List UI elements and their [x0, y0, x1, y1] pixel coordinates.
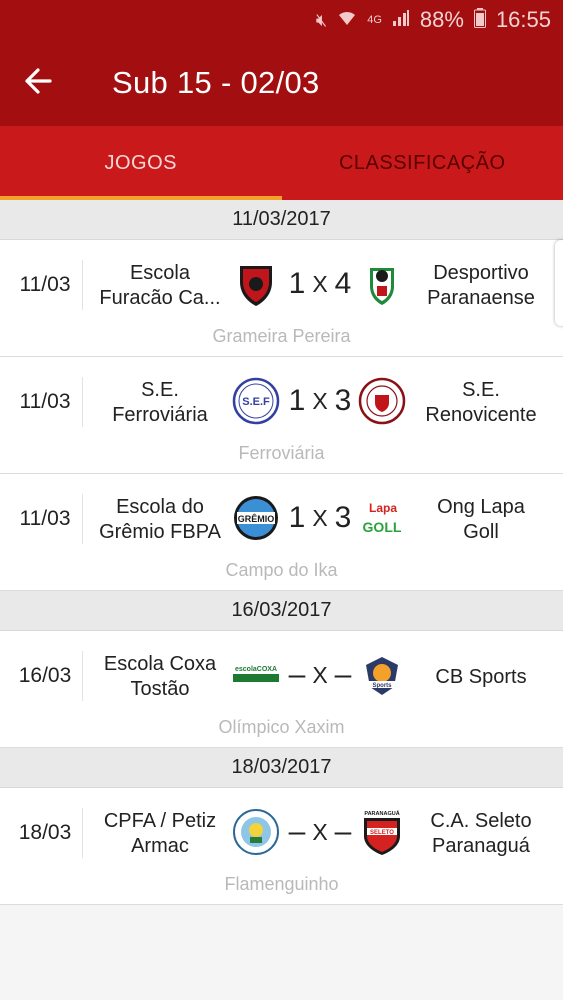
- match-venue: Olímpico Xaxim: [218, 717, 345, 737]
- tab-classificacao-label: CLASSIFICAÇÃO: [338, 151, 506, 174]
- score-separator: X: [312, 270, 328, 297]
- cpfa-petiz-crest-icon: [232, 808, 280, 856]
- match-venue: Grameira Pereira: [212, 326, 351, 346]
- divider: [82, 377, 83, 427]
- away-score: 4: [334, 267, 352, 300]
- tab-bar: JOGOS CLASSIFICAÇÃO: [0, 126, 563, 200]
- edge-panel-handle[interactable]: [555, 240, 563, 326]
- app-bar: Sub 15 - 02/03: [0, 40, 563, 126]
- match-venue: Campo do Ika: [225, 560, 338, 580]
- ong-lapa-goll-crest-icon: Lapa GOLL: [358, 494, 406, 542]
- score-separator: X: [312, 818, 328, 845]
- page-title: Sub 15 - 02/03: [112, 65, 320, 100]
- home-team-name: CPFA / Petiz Armac: [103, 810, 217, 857]
- gremio-crest-text: GRÊMIO: [238, 513, 275, 524]
- home-score: 1: [288, 384, 306, 417]
- battery-percent: 88%: [419, 7, 464, 32]
- signal-icon: [392, 9, 410, 32]
- home-score: 1: [288, 267, 306, 300]
- network-4g-icon: 4G: [367, 14, 382, 26]
- home-team-name: Escola Coxa Tostão: [103, 653, 217, 700]
- match-row[interactable]: 11/03 Escola do Grêmio FBPA GRÊMIO 1 X 3 …: [0, 474, 563, 591]
- divider: [82, 808, 83, 858]
- battery-icon: [473, 7, 486, 33]
- date-header: 11/03/2017: [0, 200, 563, 240]
- home-team-name: S.E. Ferroviária: [112, 379, 208, 426]
- scoreboard: – X –: [282, 810, 358, 854]
- seleto-crest-icon: PARANAGUÁ SELETO: [358, 808, 406, 856]
- home-team-name: Escola Furacão Ca...: [99, 262, 221, 309]
- match-date: 11/03: [19, 507, 71, 530]
- match-row[interactable]: 11/03 Escola Furacão Ca... 1 X 4 Desporti…: [0, 240, 563, 357]
- home-score: –: [288, 658, 306, 691]
- goll-crest-text: GOLL: [363, 519, 402, 535]
- tab-classificacao[interactable]: CLASSIFICAÇÃO: [282, 126, 563, 200]
- cb-sports-crest-icon: Sports: [358, 651, 406, 699]
- match-venue: Ferroviária: [238, 443, 325, 463]
- divider: [82, 651, 83, 701]
- scoreboard: 1 X 3: [282, 379, 358, 423]
- lapa-crest-text: Lapa: [369, 501, 397, 515]
- furacao-crest-icon: [232, 260, 280, 308]
- match-date: 11/03: [19, 273, 71, 296]
- desportivo-crest-icon: [358, 260, 406, 308]
- away-score: –: [334, 815, 352, 848]
- mute-icon: 🔇︎: [315, 9, 328, 30]
- score-separator: X: [312, 661, 328, 688]
- match-row[interactable]: 11/03 S.E. Ferroviária S.E.F 1 X 3 S.E. Re…: [0, 357, 563, 474]
- away-score: 3: [334, 384, 352, 417]
- match-date: 18/03: [18, 821, 72, 844]
- scoreboard: 1 X 3: [282, 496, 358, 540]
- match-row[interactable]: 16/03 Escola Coxa Tostão escolaCOXA – X –…: [0, 631, 563, 748]
- paranagua-crest-text: PARANAGUÁ: [364, 810, 399, 817]
- match-row[interactable]: 18/03 CPFA / Petiz Armac – X – PARANAGUÁ S…: [0, 788, 563, 905]
- status-bar: 🔇︎ 4G 88% 16:55: [0, 0, 563, 40]
- clock: 16:55: [495, 7, 551, 32]
- home-score: 1: [288, 501, 306, 534]
- matches-list[interactable]: 11/03/2017 11/03 Escola Furacão Ca... 1 X…: [0, 200, 563, 905]
- tab-jogos[interactable]: JOGOS: [0, 126, 282, 200]
- away-team-name: Ong Lapa Goll: [437, 496, 525, 543]
- sports-crest-text: Sports: [372, 683, 392, 689]
- scoreboard: 1 X 4: [282, 262, 358, 306]
- divider: [82, 260, 83, 310]
- away-score: –: [334, 658, 352, 691]
- match-venue: Flamenguinho: [224, 874, 339, 894]
- renovicente-crest-icon: [358, 377, 406, 425]
- tab-jogos-label: JOGOS: [104, 151, 177, 174]
- sef-crest-text: S.E.F: [242, 396, 270, 408]
- sef-crest-icon: S.E.F: [232, 377, 280, 425]
- away-team-name: S.E. Renovicente: [425, 379, 537, 426]
- score-separator: X: [312, 387, 328, 414]
- date-header: 16/03/2017: [0, 591, 563, 631]
- wifi-icon: [337, 9, 357, 32]
- gremio-crest-icon: GRÊMIO: [232, 494, 280, 542]
- away-team-name: CB Sports: [435, 665, 527, 688]
- scoreboard: – X –: [282, 653, 358, 697]
- match-date: 11/03: [19, 390, 71, 413]
- date-header: 18/03/2017: [0, 748, 563, 788]
- away-team-name: C.A. Seleto Paranaguá: [430, 810, 532, 857]
- back-arrow-icon[interactable]: [0, 66, 75, 100]
- divider: [82, 494, 83, 544]
- away-score: 3: [334, 501, 352, 534]
- escola-coxa-crest-icon: escolaCOXA: [232, 651, 280, 699]
- match-date: 16/03: [18, 664, 72, 687]
- home-team-name: Escola do Grêmio FBPA: [99, 496, 221, 543]
- coxa-crest-text: escolaCOXA: [235, 666, 277, 673]
- score-separator: X: [312, 504, 328, 531]
- home-score: –: [288, 815, 306, 848]
- away-team-name: Desportivo Paranaense: [427, 262, 535, 309]
- seleto-crest-text: SELETO: [370, 830, 394, 836]
